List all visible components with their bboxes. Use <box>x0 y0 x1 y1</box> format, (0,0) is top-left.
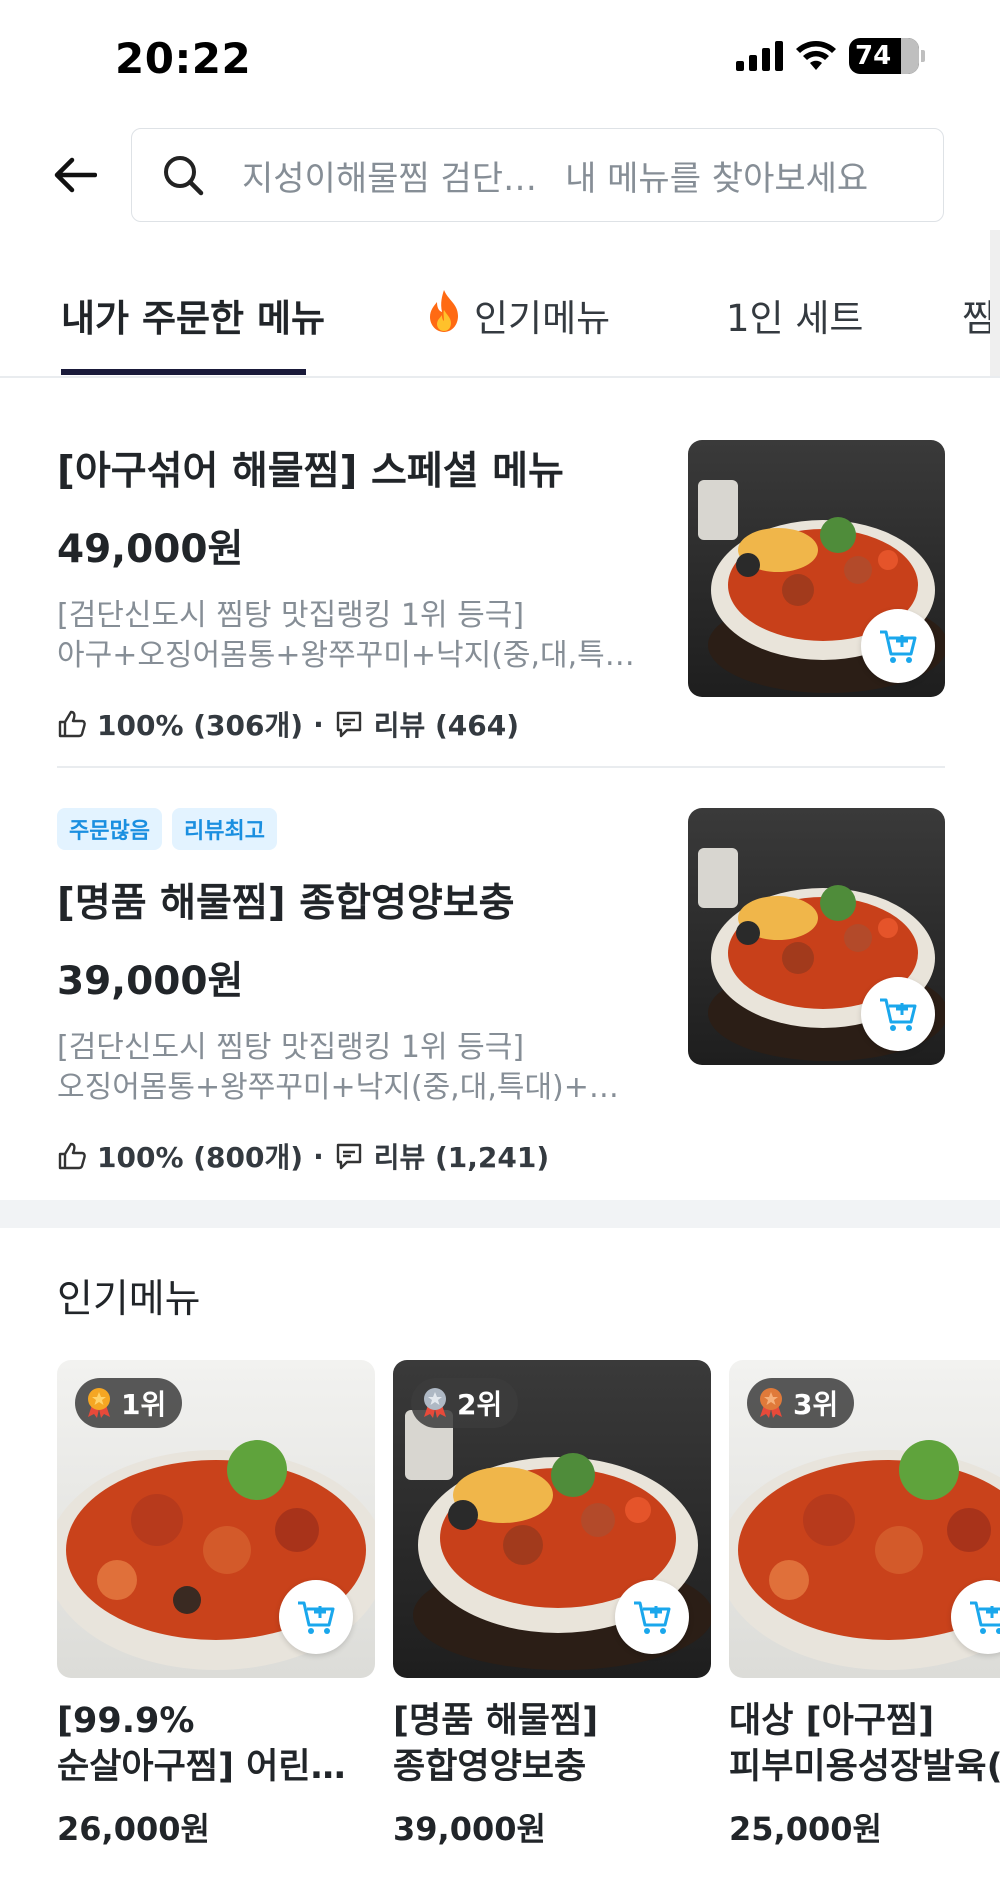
tab-popular[interactable]: 인기메뉴 <box>424 288 610 342</box>
search-store-name: 지성이해물찜 검단… <box>242 158 538 199</box>
rank-badge: 2위 <box>411 1378 519 1428</box>
battery-icon: 74 <box>849 38 919 74</box>
menu-item[interactable]: 주문많음 리뷰최고 [명품 해물찜] 종합영양보충 39,000원 [검단신도시… <box>57 808 945 1176</box>
popular-menu-card[interactable]: 1위 [99.9% 순살아구찜] 어린… 26,000원 <box>57 1360 375 1850</box>
rank-label: 3위 <box>793 1388 839 1421</box>
menu-photo[interactable] <box>688 440 945 697</box>
card-price: 26,000원 <box>57 1810 210 1848</box>
popular-menu-card[interactable]: 2위 [명품 해물찜] 종합영양보충 39,000원 <box>393 1360 711 1850</box>
rank-label: 1위 <box>121 1388 167 1421</box>
cellular-signal-icon <box>736 41 783 71</box>
add-to-cart-button[interactable] <box>615 1580 689 1654</box>
card-price: 25,000원 <box>729 1810 882 1848</box>
menu-stats: 100% (800개) · 리뷰 (1,241) <box>57 1136 945 1176</box>
card-name-line: 대상 [아구찜] <box>729 1701 935 1741</box>
menu-description-line: [검단신도시 찜탕 맛집랭킹 1위 등극] <box>57 598 525 633</box>
add-to-cart-icon <box>298 1601 335 1634</box>
review-count: 리뷰 (464) <box>373 709 520 742</box>
add-to-cart-button[interactable] <box>279 1580 353 1654</box>
menu-description: [검단신도시 찜탕 맛집랭킹 1위 등극] 아구+오징어몸통+왕쭈꾸미+낙지(중… <box>57 596 637 676</box>
menu-description-line: 아구+오징어몸통+왕쭈꾸미+낙지(중,대,특… <box>57 638 635 673</box>
menu-stats: 100% (306개) · 리뷰 (464) <box>57 704 945 744</box>
section-divider <box>0 1200 1000 1228</box>
medal-icon <box>424 1388 446 1418</box>
back-arrow-icon <box>54 157 97 193</box>
card-name: 대상 [아구찜] 피부미용성장발육( <box>729 1698 1000 1790</box>
card-photo[interactable]: 2위 <box>393 1360 711 1678</box>
review-icon <box>336 711 361 738</box>
add-to-cart-icon <box>970 1601 1000 1634</box>
card-name: [명품 해물찜] 종합영양보충 <box>393 1698 711 1790</box>
fire-icon <box>430 290 458 332</box>
card-name-line: [99.9% <box>57 1701 195 1741</box>
menu-description-line: [검단신도시 찜탕 맛집랭킹 1위 등극] <box>57 1030 525 1065</box>
search-icon <box>164 156 204 196</box>
tab-single-set[interactable]: 1인 세트 <box>726 288 863 342</box>
popular-menu-card[interactable]: 3위 대상 [아구찜] 피부미용성장발육( 25,000원 <box>729 1360 1000 1850</box>
like-rate: 100% (800개) <box>97 1141 304 1174</box>
rank-badge: 3위 <box>747 1378 855 1428</box>
card-name-line: 순살아구찜] 어린… <box>57 1747 346 1787</box>
thumbs-up-icon <box>58 1142 86 1170</box>
status-icons: 74 <box>736 38 925 74</box>
popular-section-title: 인기메뉴 <box>57 1277 201 1322</box>
add-to-cart-button[interactable] <box>861 609 935 683</box>
card-photo[interactable]: 3위 <box>729 1360 1000 1678</box>
menu-photo[interactable] <box>688 808 945 1065</box>
wifi-icon <box>796 41 836 70</box>
like-rate: 100% (306개) <box>97 709 304 742</box>
card-price: 39,000원 <box>393 1810 546 1848</box>
status-bar: 20:22 74 <box>0 0 1000 110</box>
add-to-cart-icon <box>880 630 917 663</box>
divider <box>57 766 945 768</box>
search-placeholder-text: 내 메뉴를 찾아보세요 <box>565 158 869 199</box>
rank-badge: 1위 <box>75 1378 183 1428</box>
review-icon <box>336 1143 361 1170</box>
badge-best-review: 리뷰최고 <box>171 808 277 850</box>
active-tab-indicator <box>61 369 306 375</box>
review-count: 리뷰 (1,241) <box>373 1141 550 1174</box>
rank-label: 2위 <box>457 1388 503 1421</box>
add-to-cart-icon <box>880 998 917 1031</box>
card-photo[interactable]: 1위 <box>57 1360 375 1678</box>
menu-item[interactable]: [아구섞어 해물찜] 스페셜 메뉴 49,000원 [검단신도시 찜탕 맛집랭킹… <box>57 440 945 744</box>
menu-description-line: 오징어몸통+왕쭈꾸미+낙지(중,대,특대)+… <box>57 1070 619 1105</box>
category-tabs: 내가 주문한 메뉴 인기메뉴 1인 세트 찜 <box>0 230 1000 378</box>
thumbs-up-icon <box>58 710 86 738</box>
medal-icon <box>760 1388 782 1418</box>
card-name: [99.9% 순살아구찜] 어린… <box>57 1698 375 1790</box>
search-placeholder: 지성이해물찜 검단… 내 메뉴를 찾아보세요 <box>242 151 868 200</box>
status-time: 20:22 <box>115 34 252 83</box>
add-to-cart-icon <box>634 1601 671 1634</box>
card-name-line: 종합영양보충 <box>393 1747 587 1787</box>
badge-popular-order: 주문많음 <box>57 808 162 850</box>
tab-my-orders[interactable]: 내가 주문한 메뉴 <box>61 288 325 342</box>
card-name-line: [명품 해물찜] <box>393 1701 599 1741</box>
card-name-line: 피부미용성장발육( <box>729 1747 1000 1787</box>
menu-description: [검단신도시 찜탕 맛집랭킹 1위 등극] 오징어몸통+왕쭈꾸미+낙지(중,대,… <box>57 1028 637 1108</box>
back-button[interactable] <box>50 150 100 200</box>
battery-level: 74 <box>855 41 892 71</box>
search-input[interactable]: 지성이해물찜 검단… 내 메뉴를 찾아보세요 <box>131 128 944 222</box>
tab-popular-label: 인기메뉴 <box>474 297 611 340</box>
add-to-cart-button[interactable] <box>861 977 935 1051</box>
medal-icon <box>88 1388 110 1418</box>
scrollbar[interactable] <box>990 230 1000 376</box>
